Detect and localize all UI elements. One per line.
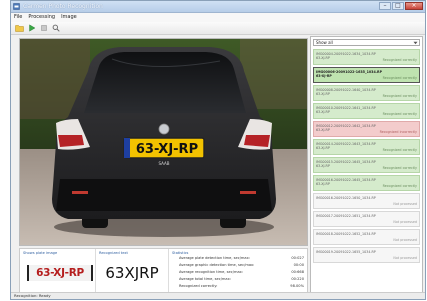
result-filename: IMG00018-20091022-1652_1034.RP	[316, 232, 376, 236]
stop-icon[interactable]	[39, 24, 48, 33]
result-plate: 63-XJ-RP	[316, 92, 330, 96]
plate-image-label: Shows plate image	[23, 251, 58, 255]
result-list-item[interactable]: IMG00016-20091022-1645_1034.RP 63-XJ-RP Re…	[313, 175, 420, 191]
result-status: Recognized correctly	[382, 148, 417, 152]
car-photo[interactable]: 63-XJ-RP SAAB	[19, 38, 308, 246]
app-window: Carmen Photo Recognition – □ × File Proc…	[10, 0, 426, 300]
stat-row: Average total time, sec/max: 00:220	[179, 276, 304, 283]
result-list-item[interactable]: IMG00015-20091022-1645_1034.RP 63-XJ-RP Re…	[313, 157, 420, 173]
app-icon	[13, 3, 20, 10]
search-icon[interactable]	[51, 24, 60, 33]
menu-bar: File Processing Image	[11, 13, 425, 22]
result-status: Not processed	[393, 256, 417, 260]
results-panel: Shows plate image 63-XJ-RP Recognized te…	[19, 248, 308, 295]
stat-row: Average plate detection time, sec/max: 00…	[179, 255, 304, 262]
result-filename: IMG00016-20091022-1650_1034.RP	[316, 196, 376, 200]
result-list-item[interactable]: IMG00008-20091022-1640_1034.RP 63-XJ-RP Re…	[313, 85, 420, 101]
stat-label: Average total time, sec/max:	[179, 277, 231, 281]
title-bar: Carmen Photo Recognition – □ ×	[11, 1, 425, 13]
result-list-item[interactable]: IMG00016-20091022-1650_1034.RP Not proces…	[313, 193, 420, 209]
stat-row: Average recognition time, sec/max: 00:668	[179, 269, 304, 276]
plate-image-section: Shows plate image 63-XJ-RP	[20, 249, 96, 294]
result-filename: IMG00017-20091022-1651_1034.RP	[316, 214, 376, 218]
statistics-rows: Average plate detection time, sec/max: 00…	[179, 255, 304, 290]
result-status: Recognized incorrectly	[379, 130, 417, 134]
result-plate: 63-XJ-RP	[316, 164, 330, 168]
menu-processing[interactable]: Processing	[28, 13, 55, 22]
chevron-down-icon	[413, 41, 418, 45]
result-status: Not processed	[393, 202, 417, 206]
result-list-item[interactable]: IMG00012-20091022-1642_1034.RP 63-XJ-RP Re…	[313, 121, 420, 137]
result-status: Recognized correctly	[382, 76, 417, 80]
close-button[interactable]: ×	[405, 2, 423, 10]
plate-text: 63-XJ-RP	[136, 142, 198, 157]
statistics-section: Statistics Average plate detection time,…	[169, 249, 307, 294]
filter-dropdown[interactable]: Show all	[313, 39, 420, 46]
menu-image[interactable]: Image	[61, 13, 77, 22]
result-plate: 63-XJ-RP	[316, 110, 330, 114]
result-status: Recognized correctly	[382, 58, 417, 62]
result-list-item[interactable]: IMG00018-20091022-1652_1034.RP Not proces…	[313, 229, 420, 245]
recognized-text-section: Recognized text 63XJRP	[96, 249, 169, 294]
rear-window	[84, 52, 246, 113]
image-list-panel: Show all IMG00004-20091022-1634_1034.RP 6…	[310, 36, 423, 295]
status-bar: Recognition: Ready	[11, 292, 425, 299]
result-plate: 63-XJ-RP	[316, 74, 332, 78]
plate-crop-image: 63-XJ-RP	[27, 265, 93, 281]
result-list-item[interactable]: IMG00006-20091022-1635_1034.RP 63-XJ-RP Re…	[313, 67, 420, 83]
result-list-item[interactable]: IMG00004-20091022-1634_1034.RP 63-XJ-RP Re…	[313, 49, 420, 65]
result-status: Recognized correctly	[382, 94, 417, 98]
toolbar	[11, 22, 425, 35]
stat-value: 00:668	[291, 270, 304, 274]
stat-label: Average recognition time, sec/max:	[179, 270, 243, 274]
result-status: Not processed	[393, 238, 417, 242]
stat-row: Average graphic detection time, sec/max:…	[179, 262, 304, 269]
filter-dropdown-value: Show all	[316, 40, 333, 45]
minimize-button[interactable]: –	[379, 2, 391, 10]
stat-value: 00:220	[291, 277, 304, 281]
stat-label: Average graphic detection time, sec/max:	[179, 263, 255, 267]
window-title: Carmen Photo Recognition	[23, 3, 103, 10]
result-status: Recognized correctly	[382, 166, 417, 170]
maximize-button[interactable]: □	[392, 2, 404, 10]
result-filename: IMG00019-20091022-1655_1034.RP	[316, 250, 376, 254]
plate-crop-text: 63-XJ-RP	[36, 267, 84, 279]
open-folder-icon[interactable]	[15, 24, 24, 33]
result-list-item[interactable]: IMG00014-20091022-1643_1034.RP 63-XJ-RP Re…	[313, 139, 420, 155]
result-plate: 63-XJ-RP	[316, 128, 330, 132]
result-list-item[interactable]: IMG00019-20091022-1655_1034.RP Not proces…	[313, 247, 420, 263]
stat-value: 00:00	[293, 263, 304, 267]
result-list: IMG00004-20091022-1634_1034.RP 63-XJ-RP Re…	[313, 49, 420, 265]
result-list-item[interactable]: IMG00010-20091022-1641_1034.RP 63-XJ-RP Re…	[313, 103, 420, 119]
result-plate: 63-XJ-RP	[316, 146, 330, 150]
stat-row: Recognized correctly: 98.00%	[179, 283, 304, 290]
recognized-text-value: 63XJRP	[105, 264, 159, 282]
recognized-text-label: Recognized text	[99, 251, 128, 255]
window-controls: – □ ×	[379, 2, 423, 11]
result-status: Recognized correctly	[382, 184, 417, 188]
result-plate: 63-XJ-RP	[316, 56, 330, 60]
result-status: Not processed	[393, 220, 417, 224]
stat-value: 98.00%	[290, 284, 304, 288]
result-list-item[interactable]: IMG00017-20091022-1651_1034.RP Not proces…	[313, 211, 420, 227]
menu-file[interactable]: File	[14, 13, 22, 22]
stat-label: Recognized correctly:	[179, 284, 218, 288]
play-icon[interactable]	[27, 24, 36, 33]
stat-value: 00:027	[291, 256, 304, 260]
badge-text: SAAB	[159, 161, 170, 166]
result-status: Recognized correctly	[382, 112, 417, 116]
result-plate: 63-XJ-RP	[316, 182, 330, 186]
stat-label: Average plate detection time, sec/max:	[179, 256, 250, 260]
